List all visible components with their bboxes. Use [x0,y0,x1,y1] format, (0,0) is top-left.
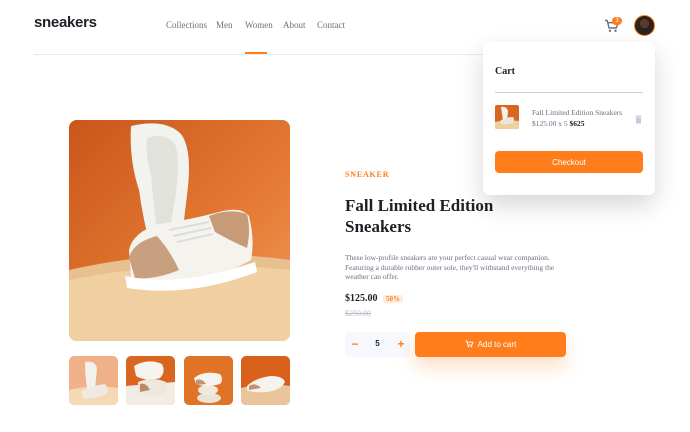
product-main-image[interactable] [69,120,290,341]
thumbnail-3[interactable] [184,356,233,405]
product-description: These low-profile sneakers are your perf… [345,253,555,281]
cart-icon [465,339,474,350]
nav-men[interactable]: Men [216,20,233,30]
company-label: SNEAKER [345,170,390,179]
original-price: $250.00 [345,309,371,318]
quantity-stepper: − 5 + [345,332,410,357]
nav-about[interactable]: About [283,20,306,30]
logo[interactable]: sneakers [34,14,97,31]
cart-item-name: Fall Limited Edition Sneakers [532,108,623,117]
checkout-button[interactable]: Checkout [495,151,643,173]
cart-title: Cart [495,66,515,77]
thumbnail-4[interactable] [241,356,290,405]
cart-item-total: $625 [569,119,585,128]
add-to-cart-label: Add to cart [477,340,517,349]
nav-collections[interactable]: Collections [166,20,207,30]
cart-dropdown: Cart Fall Limited Edition Sneakers $125.… [483,42,655,195]
thumbnail-2[interactable] [126,356,175,405]
nav-women[interactable]: Women [245,20,273,30]
cart-item-price-qty: $125.00 x 5 [532,119,568,128]
cart-count-badge: 3 [612,17,622,25]
cart-item-calculation: $125.00 x 5 $625 [532,119,585,128]
cart-item-thumbnail [495,105,519,129]
quantity-value: 5 [375,339,380,348]
add-to-cart-button[interactable]: Add to cart [415,332,566,357]
product-title: Fall Limited Edition Sneakers [345,196,494,236]
thumbnail-1[interactable] [69,356,118,405]
increase-quantity-button[interactable]: + [394,336,408,352]
current-price: $125.00 [345,293,378,304]
nav-contact[interactable]: Contact [317,20,345,30]
discount-badge: 50% [383,295,403,303]
decrease-quantity-button[interactable]: − [348,336,362,352]
trash-icon[interactable] [635,111,642,124]
cart-divider [495,92,643,93]
user-avatar[interactable] [634,15,655,36]
